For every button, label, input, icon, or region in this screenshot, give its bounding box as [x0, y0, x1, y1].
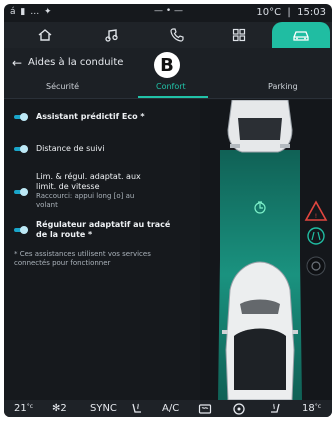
nav-home[interactable] [16, 22, 74, 48]
climate-bar: 21°c ✻2 SYNC A/C 18°c [4, 400, 332, 417]
car-lane-illustration: ! [218, 99, 328, 401]
warning-sign-icon: ! [304, 200, 328, 221]
setting-label: Assistant prédictif Eco * [36, 112, 145, 121]
speed-limit-adapt-toggle[interactable] [14, 188, 28, 196]
rear-defrost-button[interactable] [198, 403, 212, 417]
passenger-seat-heat-button[interactable] [268, 403, 282, 417]
own-car [222, 261, 298, 401]
phone-icon [170, 28, 184, 42]
passenger-temp-value: 18 [302, 403, 315, 414]
main-nav [4, 22, 332, 48]
tab-parking[interactable]: Parking [268, 82, 298, 91]
outside-temperature: 10°C [256, 7, 282, 18]
settings-tabs: Sécurité Confort Parking [4, 78, 332, 99]
driver-temperature[interactable]: 21°c [14, 403, 33, 414]
driver-temp-value: 21 [14, 403, 27, 414]
passenger-temperature[interactable]: 18°c [302, 403, 321, 414]
driving-assist-visualization: ! [200, 99, 332, 401]
ac-button[interactable]: A/C [162, 403, 179, 414]
setting-hint-line1: Raccourci: appui long [o] au [36, 192, 135, 200]
nav-phone[interactable] [148, 22, 206, 48]
status-bar: á ▮ … ✦ — • — 10°C | 15:03 [4, 4, 332, 22]
steering-heat-icon [233, 403, 245, 415]
tab-confort[interactable]: Confort [156, 82, 186, 91]
annotation-badge: B [154, 52, 180, 78]
svg-text:!: ! [315, 213, 317, 220]
toggle-knob [20, 226, 28, 234]
steering-wheel-icon [306, 256, 326, 276]
passenger-seat-heat-icon [271, 403, 280, 413]
page-title: Aides à la conduite [28, 57, 124, 68]
setting-label: Distance de suivi [36, 144, 105, 153]
nav-music[interactable] [82, 22, 140, 48]
toggle-knob [20, 188, 28, 196]
seat-heat-icon [132, 403, 141, 413]
passenger-temp-unit: °c [314, 403, 322, 410]
footnote-line2: connectés pour fonctionner [14, 259, 111, 267]
setting-label-line2: limit. de vitesse [36, 182, 100, 191]
following-distance-toggle[interactable] [14, 145, 28, 153]
footnote: * Ces assistances utilisent vos services… [14, 250, 192, 268]
infotainment-screen: á ▮ … ✦ — • — 10°C | 15:03 ← Aides à la … [4, 4, 332, 417]
fan-level: 2 [60, 403, 67, 414]
page-header: ← Aides à la conduite B [4, 48, 332, 78]
settings-list: Assistant prédictif Eco * Distance de su… [4, 100, 200, 400]
toggle-knob [20, 145, 28, 153]
setting-hint-line2: volant [36, 201, 58, 209]
sync-button[interactable]: SYNC [90, 403, 117, 414]
eco-assistant-toggle[interactable] [14, 113, 28, 121]
clock: 15:03 [297, 7, 326, 18]
steering-heat-button[interactable] [232, 403, 246, 417]
status-center: — • — [154, 6, 184, 16]
back-button[interactable]: ← [12, 56, 22, 70]
music-icon [105, 29, 118, 42]
setting-label-line2: de la route * [36, 230, 93, 239]
tab-securite[interactable]: Sécurité [46, 82, 79, 91]
status-right: 10°C | 15:03 [256, 7, 326, 18]
lead-car [227, 99, 293, 153]
rear-defrost-icon [198, 404, 212, 414]
active-tab-indicator [138, 96, 208, 98]
seat-heat-button[interactable] [130, 403, 144, 417]
fan-control[interactable]: ✻2 [52, 403, 67, 414]
car-icon [293, 31, 309, 41]
home-icon [38, 29, 52, 41]
nav-vehicle[interactable] [272, 22, 330, 48]
toggle-knob [20, 113, 28, 121]
setting-label-line1: Régulateur adaptatif au tracé [36, 220, 171, 229]
status-icons: á ▮ … ✦ [10, 7, 53, 17]
apps-icon [232, 28, 246, 42]
nav-apps[interactable] [210, 22, 268, 48]
lane-assist-icon [307, 227, 325, 245]
footnote-line1: * Ces assistances utilisent vos services [14, 250, 151, 258]
road-adaptive-cruise-toggle[interactable] [14, 226, 28, 234]
driver-temp-unit: °c [26, 403, 34, 410]
setting-label-line1: Lim. & régul. adaptat. aux [36, 172, 141, 181]
